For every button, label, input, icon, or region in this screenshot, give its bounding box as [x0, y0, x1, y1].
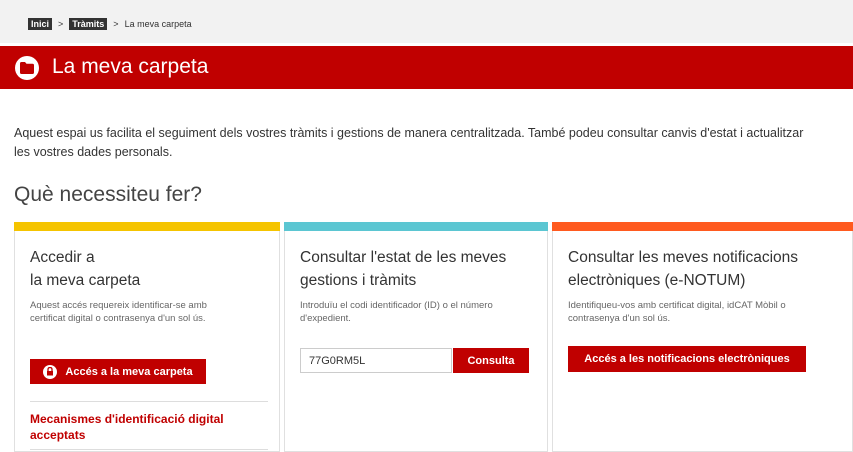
divider — [30, 401, 268, 402]
panel-notifications: Consultar les meves notificacions electr… — [552, 222, 853, 452]
access-my-folder-label: Accés a la meva carpeta — [65, 365, 193, 378]
access-notifications-button[interactable]: Accés a les notificacions electròniques — [568, 346, 806, 372]
panel-my-folder: Accedir a la meva carpeta Aquest accés r… — [14, 222, 280, 452]
panel-description: Identifiqueu-vos amb certificat digital,… — [568, 300, 786, 324]
procedure-id-input[interactable] — [300, 348, 452, 373]
breadcrumb-separator: > — [113, 19, 119, 29]
identification-mechanisms-link[interactable]: Mecanismes d'identificació digital accep… — [30, 411, 260, 443]
lock-icon — [43, 364, 58, 379]
panel-status-lookup: Consultar l'estat de les meves gestions … — [284, 222, 548, 452]
panel-description: Aquest accés requereix identificar-se am… — [30, 300, 207, 324]
divider — [30, 449, 268, 450]
intro-line: Aquest espai us facilita el seguiment de… — [14, 126, 804, 140]
consult-button[interactable]: Consulta — [453, 348, 529, 373]
panel-title: Consultar les meves notificacions electr… — [568, 249, 799, 289]
breadcrumb: Inici > Tràmits > La meva carpeta — [28, 18, 192, 30]
panel-accent-stripe — [284, 222, 548, 231]
breadcrumb-current: La meva carpeta — [124, 19, 192, 29]
page-title: La meva carpeta — [52, 55, 209, 78]
panel-title: Accedir a la meva carpeta — [30, 249, 141, 289]
page-header-banner: La meva carpeta — [0, 46, 853, 89]
intro-text: Aquest espai us facilita el seguiment de… — [14, 124, 853, 162]
folder-icon — [15, 56, 39, 80]
section-title: Què necessiteu fer? — [14, 183, 202, 206]
panel-accent-stripe — [552, 222, 853, 231]
top-bar: Inici > Tràmits > La meva carpeta — [0, 0, 853, 43]
panel-title: Consultar l'estat de les meves gestions … — [300, 249, 507, 289]
panel-description: Introduïu el codi identificador (ID) o e… — [300, 300, 493, 324]
panel-accent-stripe — [14, 222, 280, 231]
access-my-folder-button[interactable]: Accés a la meva carpeta — [30, 359, 206, 384]
breadcrumb-separator: > — [58, 19, 64, 29]
breadcrumb-link-tramits[interactable]: Tràmits — [69, 18, 108, 30]
intro-line: les vostres dades personals. — [14, 145, 173, 159]
breadcrumb-link-inici[interactable]: Inici — [28, 18, 53, 30]
